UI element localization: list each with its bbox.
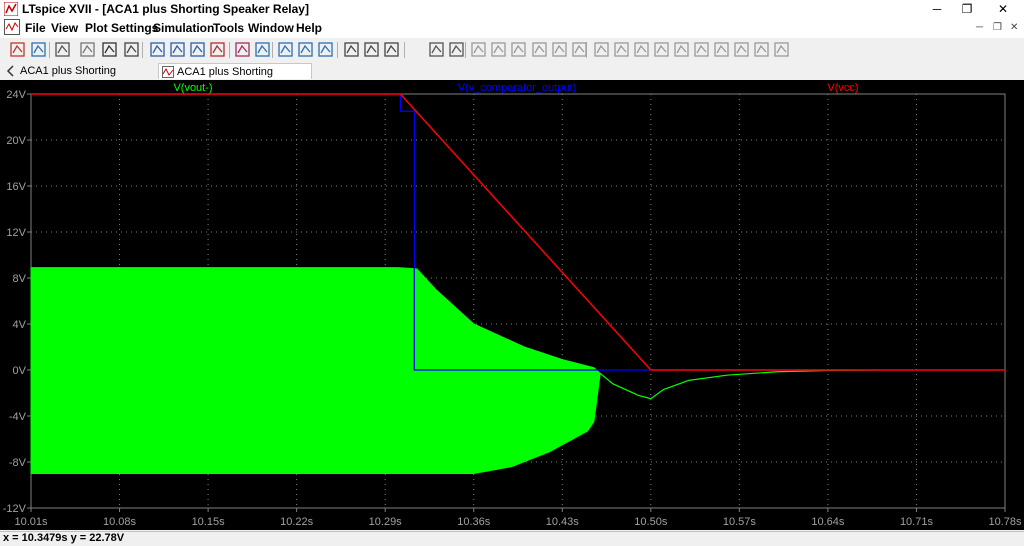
open-icon[interactable] bbox=[29, 40, 48, 59]
waveform-plot-svg[interactable]: 10.01s 10.08s 10.15s 10.22s 10.29s 10.36s 10.4… bbox=[0, 80, 1024, 530]
close-button[interactable]: ✕ bbox=[988, 0, 1018, 18]
waveform-tab-icon bbox=[162, 66, 174, 78]
control-panel-icon[interactable] bbox=[78, 40, 97, 59]
rotate-icon[interactable] bbox=[712, 40, 731, 59]
x-tick-label: 10.29s bbox=[369, 516, 403, 528]
toolbar-separator bbox=[49, 42, 50, 58]
save-icon[interactable] bbox=[53, 40, 72, 59]
cascade-icon[interactable] bbox=[296, 40, 315, 59]
menu-view[interactable]: View bbox=[51, 21, 78, 35]
title-bar: LTspice XVII - [ACA1 plus Shorting Speak… bbox=[0, 0, 1024, 18]
y-tick-label: 4V bbox=[13, 319, 27, 331]
x-tick-label: 10.71s bbox=[900, 516, 934, 528]
minimize-button[interactable]: ─ bbox=[922, 0, 952, 18]
toolbar-separator bbox=[404, 42, 405, 58]
y-tick-label: 16V bbox=[6, 181, 26, 193]
menu-tools[interactable]: Tools bbox=[213, 21, 244, 35]
print-icon[interactable] bbox=[427, 40, 446, 59]
x-tick-label: 10.78s bbox=[988, 516, 1022, 528]
mdi-close-button[interactable]: ✕ bbox=[1010, 22, 1018, 33]
y-tick-label: 8V bbox=[13, 273, 27, 285]
capacitor-icon[interactable] bbox=[550, 40, 569, 59]
zoom-out-icon[interactable] bbox=[168, 40, 187, 59]
wire-icon[interactable] bbox=[469, 40, 488, 59]
zoom-in-icon[interactable] bbox=[148, 40, 167, 59]
y-tick-label: 20V bbox=[6, 135, 26, 147]
y-tick-label: -4V bbox=[9, 411, 27, 423]
label-icon[interactable] bbox=[509, 40, 528, 59]
menu-simulation[interactable]: Simulation bbox=[153, 21, 214, 35]
zoom-back-icon[interactable] bbox=[188, 40, 207, 59]
window-title: LTspice XVII - [ACA1 plus Shorting Speak… bbox=[22, 2, 309, 16]
schematic-tab-icon bbox=[6, 65, 14, 77]
waveform-plot[interactable]: 10.01s 10.08s 10.15s 10.22s 10.29s 10.36s 10.4… bbox=[0, 80, 1024, 530]
drag-icon[interactable] bbox=[652, 40, 671, 59]
component-icon[interactable] bbox=[612, 40, 631, 59]
maximize-button[interactable]: ❐ bbox=[952, 0, 982, 18]
undo-icon[interactable] bbox=[672, 40, 691, 59]
find-icon[interactable] bbox=[382, 40, 401, 59]
waveform-window-icon[interactable] bbox=[4, 19, 20, 35]
redo-icon[interactable] bbox=[692, 40, 711, 59]
menu-help[interactable]: Help bbox=[296, 21, 322, 35]
print-setup-icon[interactable] bbox=[447, 40, 466, 59]
x-tick-label: 10.43s bbox=[546, 516, 580, 528]
x-tick-label: 10.15s bbox=[192, 516, 226, 528]
toolbar-separator bbox=[229, 42, 230, 58]
mdi-minimize-button[interactable]: ─ bbox=[976, 22, 983, 33]
tab-waveform[interactable]: ACA1 plus Shorting Speaker Relay bbox=[158, 63, 312, 94]
x-tick-label: 10.22s bbox=[280, 516, 314, 528]
x-tick-label: 10.36s bbox=[457, 516, 491, 528]
legend-label: V(vcc) bbox=[827, 82, 858, 94]
status-bar bbox=[0, 531, 1024, 546]
resistor-icon[interactable] bbox=[530, 40, 549, 59]
legend-label: V(vout-) bbox=[173, 82, 212, 94]
move-icon[interactable] bbox=[632, 40, 651, 59]
y-tick-label: 0V bbox=[13, 365, 27, 377]
tab-schematic[interactable]: ACA1 plus Shorting Speaker Relay bbox=[2, 63, 158, 93]
x-tick-label: 10.57s bbox=[723, 516, 757, 528]
run-icon[interactable] bbox=[100, 40, 119, 59]
ltspice-app-icon bbox=[4, 2, 18, 16]
menu-file[interactable]: File bbox=[25, 21, 46, 35]
y-tick-label: 24V bbox=[6, 89, 26, 101]
mirror-icon[interactable] bbox=[732, 40, 751, 59]
x-tick-label: 10.64s bbox=[811, 516, 845, 528]
toolbar-separator bbox=[272, 42, 273, 58]
y-tick-label: -8V bbox=[9, 457, 27, 469]
text-icon[interactable] bbox=[752, 40, 771, 59]
zoom-fit-icon[interactable] bbox=[208, 40, 227, 59]
schematic-icon[interactable] bbox=[8, 40, 27, 59]
inductor-icon[interactable] bbox=[570, 40, 589, 59]
mdi-restore-button[interactable]: ❐ bbox=[993, 22, 1002, 33]
toolbar-separator bbox=[337, 42, 338, 58]
ground-icon[interactable] bbox=[489, 40, 508, 59]
pan-hand-icon[interactable] bbox=[122, 40, 141, 59]
x-tick-label: 10.01s bbox=[14, 516, 48, 528]
y-tick-label: -12V bbox=[3, 503, 27, 515]
menu-plot-settings[interactable]: Plot Settings bbox=[85, 21, 158, 35]
toolbar-separator bbox=[142, 42, 143, 58]
grid-icon[interactable] bbox=[253, 40, 272, 59]
legend-label: V(v_comparator_output) bbox=[458, 82, 577, 94]
cursor-readout: x = 10.3479s y = 22.78V bbox=[3, 532, 125, 544]
x-tick-label: 10.08s bbox=[103, 516, 137, 528]
diode-icon[interactable] bbox=[592, 40, 611, 59]
cut-icon[interactable] bbox=[342, 40, 361, 59]
menu-window[interactable]: Window bbox=[248, 21, 294, 35]
spice-directive-icon[interactable] bbox=[772, 40, 791, 59]
y-tick-label: 12V bbox=[6, 227, 26, 239]
copy-icon[interactable] bbox=[362, 40, 381, 59]
x-tick-label: 10.50s bbox=[634, 516, 668, 528]
tile-vertical-icon[interactable] bbox=[316, 40, 335, 59]
tile-horizontal-icon[interactable] bbox=[276, 40, 295, 59]
autorange-icon[interactable] bbox=[233, 40, 252, 59]
